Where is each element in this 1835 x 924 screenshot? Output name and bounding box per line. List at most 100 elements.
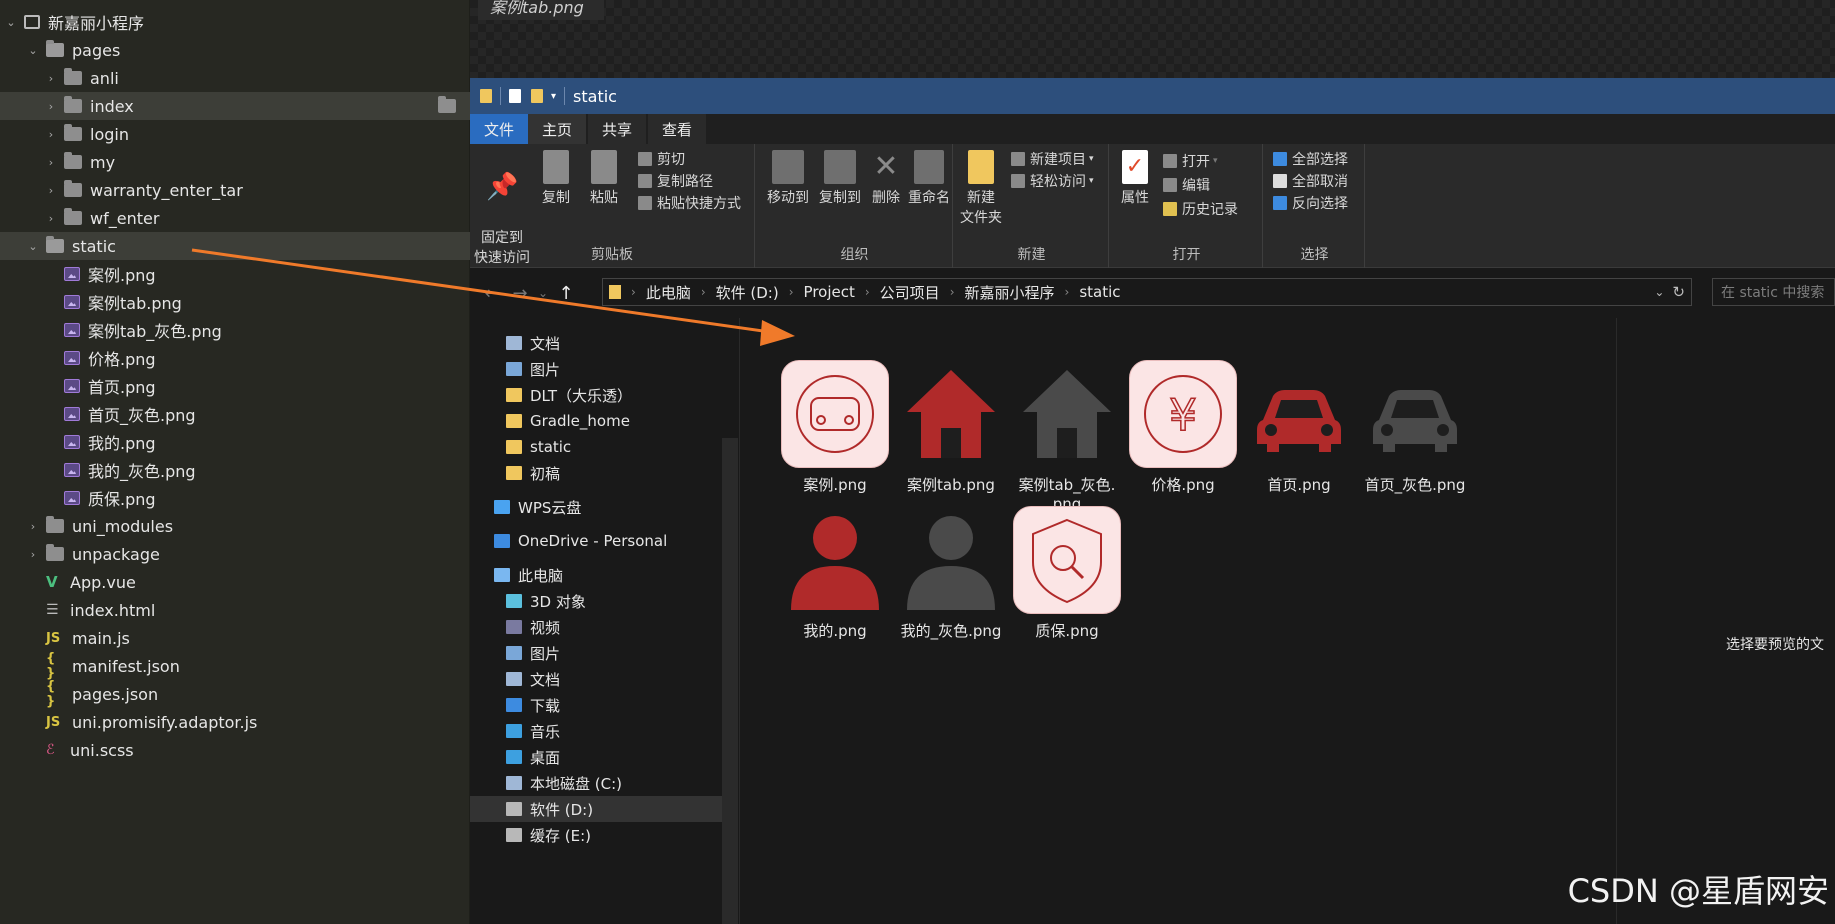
file-item[interactable]: 首页.png	[1240, 360, 1358, 495]
nav-item[interactable]: 图片	[506, 640, 722, 666]
properties-check-icon[interactable]	[509, 89, 521, 103]
tree-item[interactable]: 我的_灰色.png	[0, 456, 470, 484]
nav-item[interactable]: 此电脑	[494, 562, 722, 588]
tree-item[interactable]: 案例.png	[0, 260, 470, 288]
tree-item[interactable]: { } manifest.json	[0, 651, 470, 681]
refresh-icon[interactable]: ↻	[1672, 283, 1685, 301]
tree-item[interactable]: JS uni.promisify.adaptor.js	[0, 708, 470, 736]
customize-quick-access-icon[interactable]: ▾	[551, 91, 556, 102]
chevron-right-icon[interactable]: ›	[44, 71, 58, 85]
move-to-button[interactable]: 移动到	[763, 150, 813, 208]
tree-item[interactable]: › my	[0, 148, 470, 176]
breadcrumb-this-pc[interactable]: 此电脑	[640, 282, 697, 303]
history-button[interactable]: 历史记录	[1163, 198, 1238, 220]
tree-item[interactable]: 首页.png	[0, 372, 470, 400]
up-arrow-icon[interactable]: ↑	[552, 283, 580, 304]
file-item[interactable]: ¥ 价格.png	[1124, 360, 1242, 495]
tree-item[interactable]: › unpackage	[0, 540, 470, 568]
address-dropdown-icon[interactable]: ⌄	[1654, 285, 1664, 299]
open-button[interactable]: 打开 ▾	[1163, 150, 1218, 172]
chevron-right-icon[interactable]: ›	[44, 127, 58, 141]
tree-item[interactable]: 案例tab.png	[0, 288, 470, 316]
tree-item[interactable]: 质保.png	[0, 484, 470, 512]
breadcrumb-company[interactable]: 公司项目	[874, 282, 946, 303]
tree-item[interactable]: › anli	[0, 64, 470, 92]
nav-item[interactable]: static	[506, 434, 722, 460]
cut-button[interactable]: 剪切	[638, 148, 685, 170]
tree-item[interactable]: 价格.png	[0, 344, 470, 372]
tree-item[interactable]: 首页_灰色.png	[0, 400, 470, 428]
tab-home[interactable]: 主页	[528, 114, 587, 144]
nav-scrollbar[interactable]	[722, 438, 738, 924]
file-item[interactable]: 我的.png	[776, 506, 894, 641]
chevron-right-icon[interactable]: ›	[26, 519, 40, 533]
tree-item[interactable]: JS main.js	[0, 624, 470, 652]
forward-arrow-icon[interactable]: →	[506, 283, 534, 304]
tree-item[interactable]: V App.vue	[0, 568, 470, 596]
tree-item[interactable]: ☰ index.html	[0, 596, 470, 624]
nav-item[interactable]: 视频	[506, 614, 722, 640]
nav-item[interactable]: 软件 (D:)	[470, 796, 722, 822]
tree-item[interactable]: ℰuni.scss	[0, 736, 470, 764]
tree-item[interactable]: ⌄ static	[0, 232, 470, 260]
file-item[interactable]: 质保.png	[1008, 506, 1126, 641]
chevron-right-icon[interactable]: ›	[44, 155, 58, 169]
nav-item[interactable]: 文档	[506, 330, 722, 356]
breadcrumb-static[interactable]: static	[1073, 283, 1126, 301]
breadcrumb-app[interactable]: 新嘉丽小程序	[959, 282, 1061, 303]
chevron-right-icon[interactable]: ›	[44, 211, 58, 225]
invert-selection-button[interactable]: 反向选择	[1273, 192, 1348, 214]
tree-item[interactable]: 我的.png	[0, 428, 470, 456]
select-none-button[interactable]: 全部取消	[1273, 170, 1348, 192]
preview-divider[interactable]	[1616, 318, 1617, 924]
paste-shortcut-button[interactable]: 粘贴快捷方式	[638, 192, 741, 214]
easy-access-button[interactable]: 轻松访问 ▾	[1011, 170, 1094, 192]
new-folder-button[interactable]: 新建 文件夹	[957, 150, 1005, 228]
address-bar[interactable]: › 此电脑 › 软件 (D:) › Project › 公司项目 › 新嘉丽小程…	[602, 278, 1692, 306]
file-item[interactable]: 案例tab_灰色. png	[1008, 360, 1126, 514]
chevron-right-icon[interactable]: ›	[44, 99, 58, 113]
file-item[interactable]: 案例.png	[776, 360, 894, 495]
rename-button[interactable]: 重命名	[905, 150, 953, 208]
breadcrumb-drive-d[interactable]: 软件 (D:)	[710, 282, 785, 303]
new-folder-icon[interactable]	[531, 89, 543, 103]
properties-button[interactable]: ✓ 属性	[1113, 150, 1157, 208]
breadcrumb-project[interactable]: Project	[798, 283, 861, 301]
tree-item[interactable]: › uni_modules	[0, 512, 470, 540]
editor-tab[interactable]: 案例tab.png	[478, 0, 604, 20]
nav-item[interactable]: 文档	[506, 666, 722, 692]
tree-item[interactable]: › index	[0, 92, 470, 120]
paste-button[interactable]: 粘贴	[582, 150, 626, 208]
delete-button[interactable]: ✕ 删除	[869, 150, 903, 208]
back-arrow-icon[interactable]: ←	[478, 283, 506, 304]
chevron-right-icon[interactable]: ›	[26, 547, 40, 561]
copy-path-button[interactable]: 复制路径	[638, 170, 713, 192]
file-item[interactable]: 首页_灰色.png	[1356, 360, 1474, 495]
tab-file[interactable]: 文件	[470, 114, 529, 144]
nav-item[interactable]: 3D 对象	[506, 588, 722, 614]
file-item[interactable]: 我的_灰色.png	[892, 506, 1010, 641]
project-root[interactable]: ⌄ 新嘉丽小程序	[0, 8, 470, 36]
nav-item[interactable]: Gradle_home	[506, 408, 722, 434]
nav-item[interactable]: 缓存 (E:)	[506, 822, 722, 848]
nav-item[interactable]: 初稿	[506, 460, 722, 486]
tree-item[interactable]: › warranty_enter_tar	[0, 176, 470, 204]
tab-view[interactable]: 查看	[648, 114, 707, 144]
copy-button[interactable]: 复制	[534, 150, 578, 208]
edit-button[interactable]: 编辑	[1163, 174, 1210, 196]
file-item[interactable]: 案例tab.png	[892, 360, 1010, 495]
chevron-right-icon[interactable]: ›	[44, 183, 58, 197]
recent-locations-icon[interactable]: ⌄	[534, 286, 552, 300]
copy-to-button[interactable]: 复制到	[815, 150, 865, 208]
nav-item[interactable]: WPS云盘	[494, 494, 722, 520]
nav-item[interactable]: 桌面	[506, 744, 722, 770]
nav-item[interactable]: 下载	[506, 692, 722, 718]
tree-item[interactable]: ⌄ pages	[0, 36, 470, 64]
search-input[interactable]: 在 static 中搜索	[1712, 278, 1835, 306]
select-all-button[interactable]: 全部选择	[1273, 148, 1348, 170]
new-item-button[interactable]: 新建项目 ▾	[1011, 148, 1094, 170]
nav-item[interactable]: OneDrive - Personal	[494, 528, 722, 554]
tree-item[interactable]: { } pages.json	[0, 679, 470, 709]
nav-item[interactable]: 音乐	[506, 718, 722, 744]
chevron-down-icon[interactable]: ⌄	[26, 239, 40, 253]
